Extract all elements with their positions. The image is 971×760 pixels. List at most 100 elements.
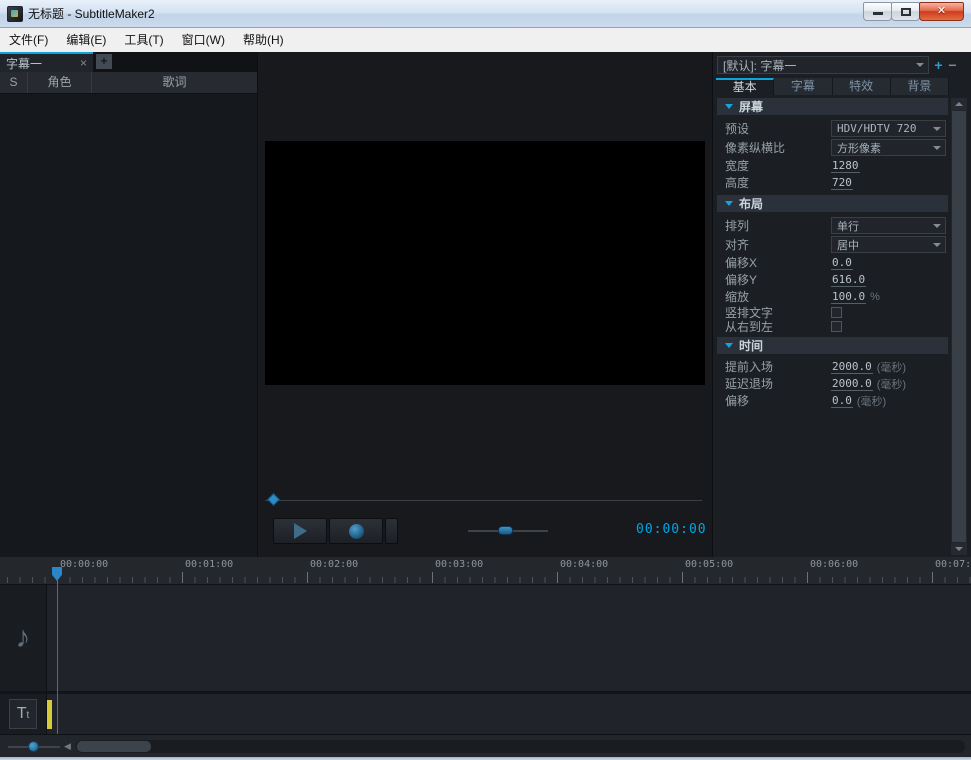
offset-y-field[interactable]: 616.0 [831, 273, 866, 287]
scroll-left-icon[interactable]: ◀ [64, 735, 71, 758]
lead-in-row: 提前入场 2000.0 (毫秒) [717, 358, 948, 375]
window-controls: ✕ [864, 2, 964, 21]
timeline-scrollbar[interactable] [76, 740, 965, 753]
subtitle-selector-value: [默认]: 字幕一 [718, 57, 916, 74]
minimize-button[interactable] [863, 2, 892, 21]
window-title: 无标题 - SubtitleMaker2 [28, 0, 155, 28]
text-icon-main: T [17, 705, 27, 722]
arrange-dropdown[interactable]: 单行 [831, 217, 946, 234]
timeline-ruler[interactable]: 00:00:00 00:01:00 00:02:00 00:03:00 00:0… [0, 557, 971, 585]
play-button[interactable] [273, 518, 327, 544]
align-dropdown[interactable]: 居中 [831, 236, 946, 253]
width-field[interactable]: 1280 [831, 159, 860, 173]
zoom-slider[interactable] [8, 735, 60, 758]
section-layout[interactable]: 布局 [717, 195, 948, 212]
stop-button[interactable] [385, 518, 398, 544]
text-track[interactable] [0, 694, 971, 734]
music-note-icon: ♪ [16, 621, 31, 655]
ruler-label: 00:04:00 [560, 559, 608, 570]
playhead-line[interactable] [57, 585, 58, 734]
properties-tabs: 基本 字幕 特效 背景 [716, 78, 949, 95]
seek-track[interactable] [265, 500, 702, 501]
scroll-down-icon[interactable] [951, 543, 967, 555]
column-header-lyrics: 歌词 [92, 72, 257, 93]
titlebar: 无标题 - SubtitleMaker2 ✕ [0, 0, 971, 28]
properties-scrollbar[interactable] [951, 98, 967, 555]
width-row: 宽度 1280 [717, 157, 948, 174]
ruler-label: 00:05:00 [685, 559, 733, 570]
add-subtitle-button[interactable]: + [932, 56, 945, 74]
time-offset-field[interactable]: 0.0 [831, 394, 853, 408]
chevron-down-icon [916, 63, 924, 67]
subtitle-list[interactable] [0, 94, 257, 557]
lead-in-unit: (毫秒) [877, 359, 906, 375]
tab-effects[interactable]: 特效 [833, 78, 891, 95]
collapse-icon [725, 343, 733, 348]
add-subtitle-tab-button[interactable]: + [96, 54, 112, 69]
tab-subtitle[interactable]: 字幕 [774, 78, 832, 95]
field-label: 偏移Y [725, 271, 831, 288]
right-to-left-checkbox[interactable] [831, 321, 842, 332]
menu-file[interactable]: 文件(F) [0, 28, 57, 52]
section-screen[interactable]: 屏幕 [717, 98, 948, 115]
tab-label: 字幕一 [6, 55, 80, 72]
collapse-icon [725, 201, 733, 206]
preset-value: HDV/HDTV 720 [832, 122, 933, 135]
menu-edit[interactable]: 编辑(E) [57, 28, 115, 52]
close-button[interactable]: ✕ [919, 2, 964, 21]
play-icon [294, 523, 307, 539]
pixel-ratio-row: 像素纵横比 方形像素 [717, 138, 948, 157]
chevron-down-icon [933, 224, 941, 228]
field-label: 偏移 [725, 392, 831, 409]
align-row: 对齐 居中 [717, 235, 948, 254]
lead-out-unit: (毫秒) [877, 376, 906, 392]
scrollbar-thumb[interactable] [952, 111, 966, 542]
music-track[interactable] [0, 585, 971, 691]
volume-handle[interactable] [498, 526, 513, 535]
preset-row: 预设 HDV/HDTV 720 [717, 119, 948, 138]
field-label: 缩放 [725, 288, 831, 305]
vertical-text-checkbox[interactable] [831, 307, 842, 318]
properties-content: 屏幕 预设 HDV/HDTV 720 像素纵横比 方形像素 宽度 1280 [717, 98, 948, 557]
ruler-label: 00:06:00 [810, 559, 858, 570]
menu-help[interactable]: 帮助(H) [234, 28, 293, 52]
arrange-row: 排列 单行 [717, 216, 948, 235]
chevron-down-icon [933, 146, 941, 150]
chevron-down-icon [933, 243, 941, 247]
section-title: 屏幕 [739, 98, 763, 115]
maximize-button[interactable] [891, 2, 920, 21]
app-window: 无标题 - SubtitleMaker2 ✕ 文件(F) 编辑(E) 工具(T)… [0, 0, 971, 760]
tab-close-icon[interactable]: × [80, 56, 87, 70]
zoom-handle[interactable] [28, 741, 39, 752]
lead-out-field[interactable]: 2000.0 [831, 377, 873, 391]
subtitle-table-header: S 角色 歌词 [0, 72, 257, 94]
pixel-ratio-dropdown[interactable]: 方形像素 [831, 139, 946, 156]
track-divider [0, 691, 971, 694]
subtitle-selector-dropdown[interactable]: [默认]: 字幕一 [717, 56, 929, 74]
height-field[interactable]: 720 [831, 176, 853, 190]
timeline-scrollbar-thumb[interactable] [77, 741, 151, 752]
music-track-header[interactable]: ♪ [0, 585, 46, 691]
scroll-up-icon[interactable] [951, 98, 967, 110]
menu-window[interactable]: 窗口(W) [173, 28, 234, 52]
offset-x-field[interactable]: 0.0 [831, 256, 853, 270]
height-row: 高度 720 [717, 174, 948, 191]
remove-subtitle-button[interactable]: − [946, 56, 959, 74]
seek-handle[interactable] [267, 493, 280, 506]
minimize-icon [873, 12, 883, 15]
record-button[interactable] [329, 518, 383, 544]
field-label: 预设 [725, 120, 831, 137]
subtitle-list-panel: 字幕一 × + S 角色 歌词 [0, 52, 258, 557]
track-marker[interactable] [47, 700, 52, 729]
scale-field[interactable]: 100.0 [831, 290, 866, 304]
collapse-icon [725, 104, 733, 109]
lead-in-field[interactable]: 2000.0 [831, 360, 873, 374]
section-time[interactable]: 时间 [717, 337, 948, 354]
menu-tools[interactable]: 工具(T) [115, 28, 172, 52]
tab-background[interactable]: 背景 [891, 78, 949, 95]
preset-dropdown[interactable]: HDV/HDTV 720 [831, 120, 946, 137]
tab-subtitle-1[interactable]: 字幕一 × [0, 52, 93, 72]
tab-basic[interactable]: 基本 [716, 78, 774, 95]
volume-slider[interactable] [468, 518, 548, 544]
text-track-header[interactable]: Tt [0, 694, 46, 734]
